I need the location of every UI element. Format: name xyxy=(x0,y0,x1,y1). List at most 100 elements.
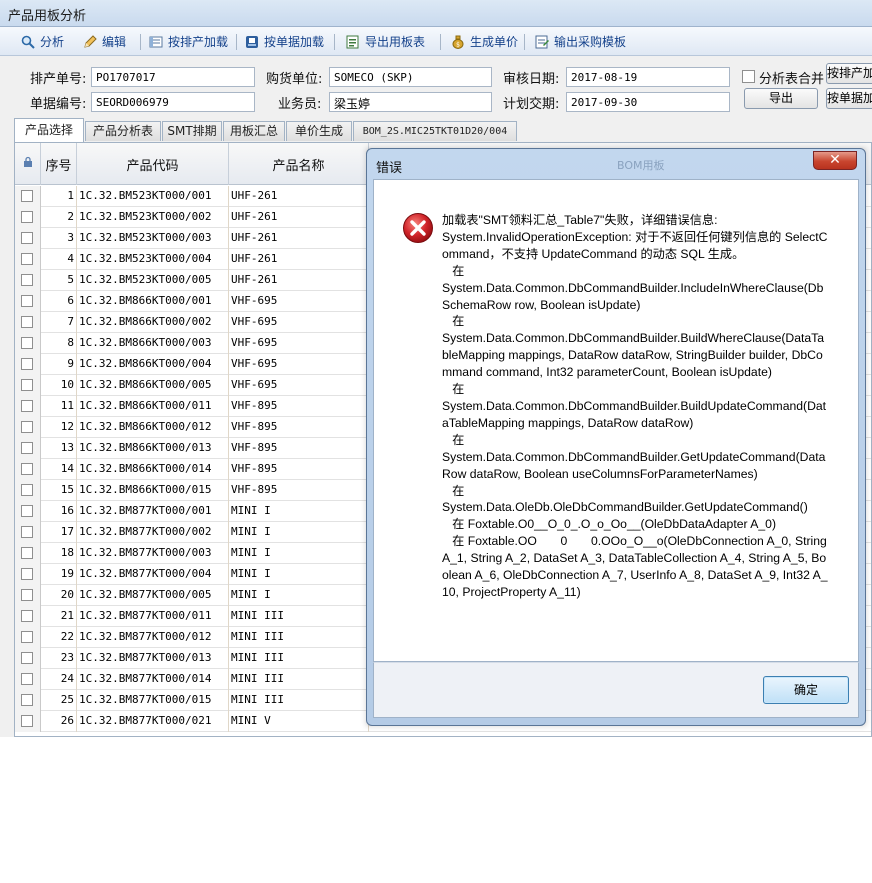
row-checkbox[interactable] xyxy=(21,484,33,496)
audit-date-field[interactable]: 2017-08-19 xyxy=(566,67,730,87)
export-sheet-button[interactable]: 导出用板表 xyxy=(345,32,425,51)
row-checkbox[interactable] xyxy=(21,568,33,580)
schedule-no-field[interactable]: PO1707017 xyxy=(91,67,255,87)
row-checkbox[interactable] xyxy=(21,253,33,265)
row-checkbox[interactable] xyxy=(21,400,33,412)
toolbar-separator xyxy=(334,34,335,50)
seq-cell: 25 xyxy=(41,690,77,711)
row-checkbox[interactable] xyxy=(21,505,33,517)
tab-board-summary[interactable]: 用板汇总 xyxy=(223,121,285,141)
seq-column-header[interactable]: 序号 xyxy=(41,143,77,185)
tab-smt-schedule[interactable]: SMT排期 xyxy=(162,121,222,141)
row-checkbox[interactable] xyxy=(21,610,33,622)
plan-date-field[interactable]: 2017-09-30 xyxy=(566,92,730,112)
document-no-field[interactable]: SEORD006979 xyxy=(91,92,255,112)
row-checkbox[interactable] xyxy=(21,652,33,664)
seq-cell: 21 xyxy=(41,606,77,627)
row-select-cell[interactable] xyxy=(15,354,41,375)
row-select-cell[interactable] xyxy=(15,606,41,627)
name-cell: VHF-695 xyxy=(229,375,369,396)
name-cell: VHF-895 xyxy=(229,459,369,480)
row-select-cell[interactable] xyxy=(15,564,41,585)
code-column-header[interactable]: 产品代码 xyxy=(77,143,229,185)
row-checkbox[interactable] xyxy=(21,547,33,559)
merge-checkbox[interactable] xyxy=(742,70,755,83)
row-checkbox[interactable] xyxy=(21,379,33,391)
lock-column-header[interactable] xyxy=(15,143,41,185)
dialog-footer: 确定 xyxy=(373,662,859,718)
load-by-document-side-button[interactable]: 按单据加 xyxy=(826,88,872,109)
row-select-cell[interactable] xyxy=(15,438,41,459)
purchase-template-icon xyxy=(534,34,550,50)
row-select-cell[interactable] xyxy=(15,480,41,501)
row-checkbox[interactable] xyxy=(21,316,33,328)
dialog-body: 加载表"SMT领料汇总_Table7"失败，详细错误信息: System.Inv… xyxy=(373,179,859,662)
row-select-cell[interactable] xyxy=(15,312,41,333)
code-cell: 1C.32.BM866KT000/002 xyxy=(77,312,229,333)
row-select-cell[interactable] xyxy=(15,186,41,207)
load-by-document-button[interactable]: 按单据加载 xyxy=(244,32,324,51)
row-checkbox[interactable] xyxy=(21,589,33,601)
name-column-header[interactable]: 产品名称 xyxy=(229,143,369,185)
seq-cell: 18 xyxy=(41,543,77,564)
row-select-cell[interactable] xyxy=(15,270,41,291)
row-checkbox[interactable] xyxy=(21,358,33,370)
row-select-cell[interactable] xyxy=(15,711,41,732)
analyze-button[interactable]: 分析 xyxy=(20,32,64,51)
seq-cell: 9 xyxy=(41,354,77,375)
load-by-schedule-side-button[interactable]: 按排产加 xyxy=(826,63,872,84)
output-purchase-template-button[interactable]: 输出采购模板 xyxy=(534,32,626,51)
row-select-cell[interactable] xyxy=(15,417,41,438)
export-button[interactable]: 导出 xyxy=(744,88,818,109)
row-select-cell[interactable] xyxy=(15,459,41,480)
row-select-cell[interactable] xyxy=(15,501,41,522)
row-select-cell[interactable] xyxy=(15,333,41,354)
row-select-cell[interactable] xyxy=(15,690,41,711)
row-select-cell[interactable] xyxy=(15,291,41,312)
row-checkbox[interactable] xyxy=(21,715,33,727)
row-select-cell[interactable] xyxy=(15,627,41,648)
seq-cell: 4 xyxy=(41,249,77,270)
row-select-cell[interactable] xyxy=(15,648,41,669)
load-by-schedule-button[interactable]: 按排产加载 xyxy=(148,32,228,51)
close-button[interactable]: ✕ xyxy=(813,151,857,170)
tab-product-select[interactable]: 产品选择 xyxy=(14,118,84,142)
load-document-icon xyxy=(244,34,260,50)
row-checkbox[interactable] xyxy=(21,421,33,433)
row-checkbox[interactable] xyxy=(21,232,33,244)
salesman-field[interactable]: 梁玉婷 xyxy=(329,92,492,112)
row-select-cell[interactable] xyxy=(15,249,41,270)
code-cell: 1C.32.BM523KT000/002 xyxy=(77,207,229,228)
row-select-cell[interactable] xyxy=(15,543,41,564)
row-checkbox[interactable] xyxy=(21,274,33,286)
row-select-cell[interactable] xyxy=(15,585,41,606)
code-cell: 1C.32.BM866KT000/011 xyxy=(77,396,229,417)
row-checkbox[interactable] xyxy=(21,631,33,643)
row-checkbox[interactable] xyxy=(21,526,33,538)
row-checkbox[interactable] xyxy=(21,694,33,706)
row-checkbox[interactable] xyxy=(21,673,33,685)
generate-price-button[interactable]: $ 生成单价 xyxy=(450,32,518,51)
row-checkbox[interactable] xyxy=(21,190,33,202)
row-checkbox[interactable] xyxy=(21,463,33,475)
row-checkbox[interactable] xyxy=(21,211,33,223)
buyer-field[interactable]: SOMECO (SKP) xyxy=(329,67,492,87)
tab-product-analysis[interactable]: 产品分析表 xyxy=(85,121,161,141)
row-select-cell[interactable] xyxy=(15,669,41,690)
close-icon: ✕ xyxy=(829,152,841,168)
row-select-cell[interactable] xyxy=(15,375,41,396)
row-select-cell[interactable] xyxy=(15,396,41,417)
row-checkbox[interactable] xyxy=(21,295,33,307)
row-checkbox[interactable] xyxy=(21,337,33,349)
ok-button[interactable]: 确定 xyxy=(763,676,849,704)
error-dialog: 错误 BOM用板 ✕ 加载表"SMT领料汇总_Table7"失败，详细错误信息:… xyxy=(366,148,866,726)
row-checkbox[interactable] xyxy=(21,442,33,454)
row-select-cell[interactable] xyxy=(15,522,41,543)
edit-button[interactable]: 编辑 xyxy=(82,32,126,51)
name-cell: VHF-895 xyxy=(229,417,369,438)
row-select-cell[interactable] xyxy=(15,228,41,249)
seq-cell: 12 xyxy=(41,417,77,438)
tab-bom[interactable]: BOM_2S.MIC25TKT01D20/004 xyxy=(353,121,517,141)
tab-price-generation[interactable]: 单价生成 xyxy=(286,121,352,141)
row-select-cell[interactable] xyxy=(15,207,41,228)
